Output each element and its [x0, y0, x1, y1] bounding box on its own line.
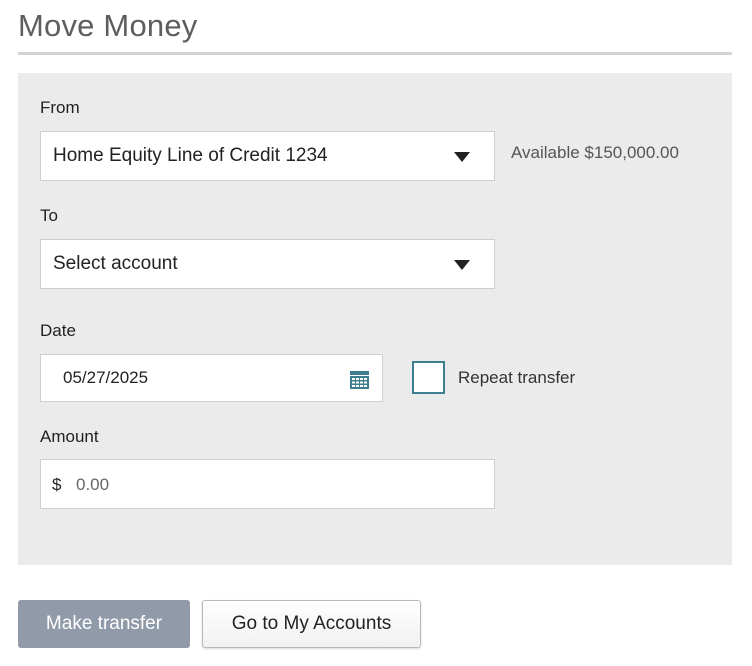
to-label: To [40, 206, 58, 225]
from-account-value: Home Equity Line of Credit 1234 [53, 145, 328, 166]
page-title: Move Money [18, 8, 198, 43]
from-label: From [40, 98, 80, 117]
repeat-transfer-label[interactable]: Repeat transfer [458, 368, 575, 388]
available-balance: Available $150,000.00 [511, 143, 679, 162]
calendar-icon[interactable] [350, 371, 369, 389]
date-value: 05/27/2025 [63, 368, 149, 387]
date-label: Date [40, 321, 76, 340]
title-divider [18, 52, 732, 55]
chevron-down-icon [454, 152, 470, 162]
amount-label: Amount [40, 427, 99, 446]
repeat-transfer-checkbox[interactable] [412, 361, 445, 394]
amount-field[interactable]: $ 0.00 [40, 459, 495, 509]
go-to-my-accounts-button[interactable]: Go to My Accounts [202, 600, 421, 648]
amount-placeholder: 0.00 [76, 475, 110, 494]
to-account-select[interactable]: Select account [40, 239, 495, 289]
make-transfer-button[interactable]: Make transfer [18, 600, 190, 648]
to-account-value: Select account [53, 253, 178, 274]
from-account-select[interactable]: Home Equity Line of Credit 1234 [40, 131, 495, 181]
date-field[interactable]: 05/27/2025 [40, 354, 383, 402]
chevron-down-icon [454, 260, 470, 270]
currency-symbol: $ [52, 475, 62, 494]
